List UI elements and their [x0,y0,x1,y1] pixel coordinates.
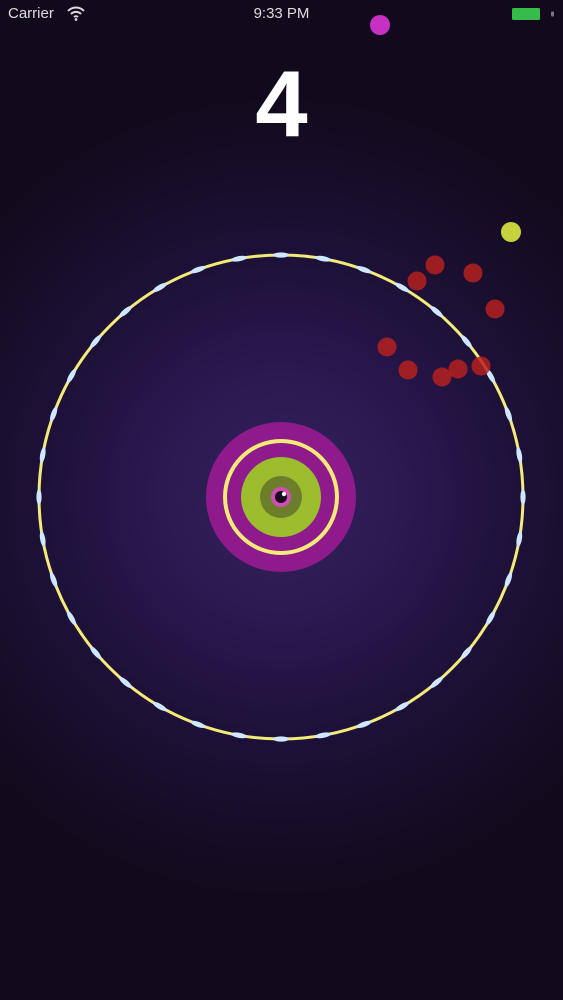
player-core[interactable] [206,422,356,572]
spike [460,646,472,659]
particle [448,359,468,379]
particle [398,360,418,380]
spike [273,252,289,258]
particle [463,263,483,283]
particle [377,337,397,357]
spike [119,306,132,318]
core-highlight [281,491,287,497]
spike [39,447,46,463]
spike [273,736,289,742]
spike [66,610,76,626]
spike [231,732,247,739]
particle [407,271,427,291]
spike [394,702,410,712]
spike [39,531,46,547]
spike [460,335,472,348]
spike [516,531,523,547]
game-screen[interactable]: Carrier 9:33 PM 4 [0,0,563,1000]
spike [315,732,331,739]
spike [430,306,443,318]
spike [486,610,496,626]
spike [90,646,102,659]
ball-lime [501,222,521,242]
spike [66,368,76,384]
spike [90,335,102,348]
spike [152,282,168,292]
spike [315,255,331,262]
spike [516,447,523,463]
spike [231,255,247,262]
particle [485,299,505,319]
spike [520,489,526,505]
spike [152,702,168,712]
spike [36,489,42,505]
spike [430,676,443,688]
particle [425,255,445,275]
particle-burst [377,255,505,387]
particle [471,356,491,376]
spike [119,676,132,688]
ball-pink [370,15,390,35]
game-field[interactable] [0,0,563,1000]
